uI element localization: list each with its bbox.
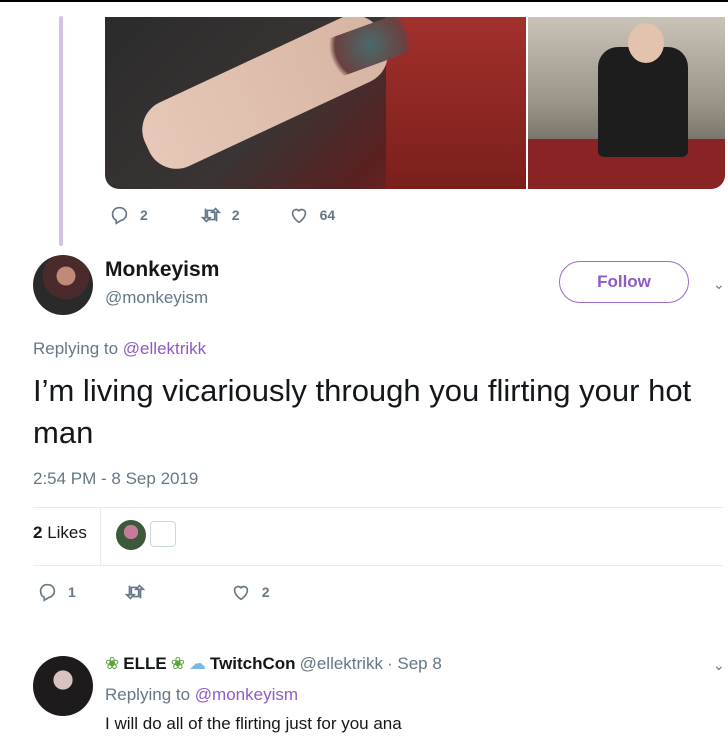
reply-display-name: ELLE: [123, 654, 167, 673]
heart-icon: [233, 585, 249, 601]
reply-count: 2: [140, 207, 148, 223]
avatar[interactable]: [33, 255, 93, 315]
top-border: [0, 0, 728, 2]
herb-emoji-icon: ❀: [105, 654, 120, 673]
divider: [33, 507, 723, 508]
likes-number: 2: [33, 523, 43, 542]
author-handle[interactable]: @monkeyism: [105, 288, 208, 308]
reply-icon: [111, 206, 128, 225]
replying-prefix: Replying to: [33, 339, 119, 358]
media-photo-right[interactable]: [528, 17, 725, 189]
heart-icon: [291, 208, 306, 224]
reply-display-name-suffix: TwitchCon: [209, 654, 296, 673]
liker-avatar[interactable]: [116, 520, 146, 550]
liker-avatar-broken[interactable]: [150, 521, 176, 547]
retweet-icon: [200, 207, 222, 223]
reply-date[interactable]: · Sep 8: [387, 654, 442, 674]
likes-separator: [100, 507, 101, 565]
replying-mention[interactable]: @ellektrikk: [123, 339, 206, 358]
retweet-count: 2: [231, 207, 240, 223]
likes-label: Likes: [47, 523, 87, 542]
top-tweet-actions: 2 2 64: [108, 204, 335, 226]
reply-button[interactable]: 1: [36, 581, 76, 603]
like-count: 64: [319, 207, 336, 223]
divider: [33, 565, 723, 566]
like-button[interactable]: 64: [288, 204, 336, 226]
reply-text: I will do all of the flirting just for y…: [105, 714, 402, 733]
reply-button[interactable]: 2: [108, 204, 148, 226]
reply-handle: @ellektrikk: [299, 654, 383, 673]
chevron-down-icon[interactable]: ⌄: [713, 276, 725, 293]
reply-icon: [39, 583, 56, 602]
dash-emoji-icon: ☁: [188, 654, 206, 673]
like-count: 2: [261, 584, 270, 600]
likes-count[interactable]: 2 Likes: [33, 523, 87, 543]
reply-replying-to: Replying to @monkeyism: [105, 685, 298, 705]
tweet-text: I’m living vicariously through you flirt…: [33, 373, 692, 450]
main-tweet-actions: 1 2: [36, 581, 270, 603]
reply-count: 1: [68, 584, 76, 600]
reply-avatar[interactable]: [33, 656, 93, 716]
replying-prefix: Replying to: [105, 685, 191, 704]
replying-to: Replying to @ellektrikk: [33, 339, 206, 359]
retweet-button[interactable]: 2: [200, 204, 240, 226]
media-photo-left[interactable]: [105, 17, 526, 189]
chevron-down-icon[interactable]: ⌄: [713, 657, 725, 674]
reply-author[interactable]: ❀ ELLE ❀ ☁ TwitchCon @ellektrikk · Sep 8: [105, 654, 442, 674]
like-button[interactable]: 2: [230, 581, 270, 603]
thread-line: [59, 16, 63, 246]
tweet-timestamp[interactable]: 2:54 PM - 8 Sep 2019: [33, 469, 198, 489]
herb-emoji-icon: ❀: [170, 654, 185, 673]
follow-button[interactable]: Follow: [559, 261, 689, 303]
replying-mention[interactable]: @monkeyism: [195, 685, 298, 704]
retweet-button[interactable]: [124, 581, 156, 603]
retweet-icon: [124, 584, 146, 600]
author-name[interactable]: Monkeyism: [105, 258, 219, 282]
tweet-media[interactable]: [105, 17, 725, 189]
